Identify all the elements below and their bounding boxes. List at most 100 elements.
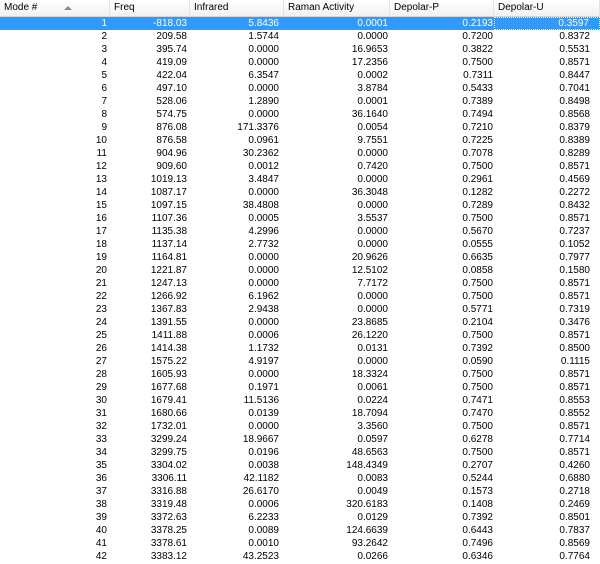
cell-depolar-u: 0.8571 — [559, 382, 590, 393]
cell-mode: 29 — [95, 382, 107, 393]
cell-depolar-u: 0.1052 — [559, 239, 590, 250]
table-row[interactable]: 12 909.60 0.0012 0.7420 0.7500 0.8571 — [0, 160, 600, 173]
table-row[interactable]: 6 497.10 0.0000 3.8784 0.5433 0.7041 — [0, 82, 600, 95]
cell-freq: 1367.83 — [150, 304, 187, 315]
cell-raman-activity: 26.1220 — [351, 330, 388, 341]
cell-raman-activity: 0.0000 — [357, 356, 388, 367]
table-row[interactable]: 2 209.58 1.5744 0.0000 0.7200 0.8372 — [0, 30, 600, 43]
cell-raman-activity: 16.9653 — [351, 44, 388, 55]
cell-depolar-p: 0.1408 — [462, 499, 493, 510]
cell-depolar-p: 0.2961 — [462, 174, 493, 185]
cell-mode: 20 — [95, 265, 107, 276]
table-row[interactable]: 19 1164.81 0.0000 20.9626 0.6635 0.7977 — [0, 251, 600, 264]
table-row[interactable]: 37 3316.88 26.6170 0.0049 0.1573 0.2718 — [0, 485, 600, 498]
cell-infrared: 0.0000 — [248, 317, 279, 328]
table-row[interactable]: 28 1605.93 0.0000 18.3324 0.7500 0.8571 — [0, 368, 600, 381]
cell-infrared: 0.0012 — [248, 161, 279, 172]
cell-depolar-p: 0.7389 — [462, 96, 493, 107]
cell-depolar-p: 0.1282 — [462, 187, 493, 198]
cell-mode: 38 — [95, 499, 107, 510]
table-row[interactable]: 3 395.74 0.0000 16.9653 0.3822 0.5531 — [0, 43, 600, 56]
cell-freq: 1097.15 — [150, 200, 187, 211]
table-row[interactable]: 22 1266.92 6.1962 0.0000 0.7500 0.8571 — [0, 290, 600, 303]
cell-freq: 1605.93 — [150, 369, 187, 380]
table-row[interactable]: 24 1391.55 0.0000 23.8685 0.2104 0.3476 — [0, 316, 600, 329]
table-row[interactable]: 16 1107.36 0.0005 3.5537 0.7500 0.8571 — [0, 212, 600, 225]
cell-infrared: 0.0000 — [248, 252, 279, 263]
cell-infrared: 0.0010 — [248, 538, 279, 549]
cell-infrared: 0.0000 — [248, 369, 279, 380]
column-header-depolar-u[interactable]: Depolar-U — [494, 0, 600, 17]
table-row[interactable]: 35 3304.02 0.0038 148.4349 0.2707 0.4260 — [0, 459, 600, 472]
cell-freq: 3299.75 — [150, 447, 187, 458]
cell-mode: 4 — [101, 57, 107, 68]
cell-freq: 528.06 — [156, 96, 187, 107]
cell-depolar-p: 0.7496 — [462, 538, 493, 549]
column-header-raman-activity[interactable]: Raman Activity — [284, 0, 390, 17]
table-row[interactable]: 36 3306.11 42.1182 0.0083 0.5244 0.6880 — [0, 472, 600, 485]
table-row[interactable]: 1 -818.03 5.8436 0.0001 0.2193 0.3597 — [0, 17, 600, 30]
cell-raman-activity: 12.5102 — [351, 265, 388, 276]
table-row[interactable]: 34 3299.75 0.0196 48.6563 0.7500 0.8571 — [0, 446, 600, 459]
cell-infrared: 0.0000 — [248, 83, 279, 94]
cell-mode: 33 — [95, 434, 107, 445]
table-row[interactable]: 5 422.04 6.3547 0.0002 0.7311 0.8447 — [0, 69, 600, 82]
cell-infrared: 0.0000 — [248, 57, 279, 68]
cell-freq: 1411.88 — [151, 330, 187, 341]
table-row[interactable]: 31 1680.66 0.0139 18.7094 0.7470 0.8552 — [0, 407, 600, 420]
table-row[interactable]: 42 3383.12 43.2523 0.0266 0.6346 0.7764 — [0, 550, 600, 563]
table-row[interactable]: 23 1367.83 2.9438 0.0000 0.5771 0.7319 — [0, 303, 600, 316]
table-row[interactable]: 9 876.08 171.3376 0.0054 0.7210 0.8379 — [0, 121, 600, 134]
cell-mode: 27 — [95, 356, 107, 367]
table-row[interactable]: 30 1679.41 11.5136 0.0224 0.7471 0.8553 — [0, 394, 600, 407]
cell-raman-activity: 36.1640 — [351, 109, 388, 120]
cell-freq: 1247.13 — [150, 278, 187, 289]
table-row[interactable]: 8 574.75 0.0000 36.1640 0.7494 0.8568 — [0, 108, 600, 121]
table-row[interactable]: 17 1135.38 4.2996 0.0000 0.5670 0.7237 — [0, 225, 600, 238]
table-row[interactable]: 14 1087.17 0.0000 36.3048 0.1282 0.2272 — [0, 186, 600, 199]
column-header-infrared[interactable]: Infrared — [190, 0, 284, 17]
table-row[interactable]: 21 1247.13 0.0000 7.7172 0.7500 0.8571 — [0, 277, 600, 290]
cell-raman-activity: 0.0049 — [357, 486, 388, 497]
cell-freq: 3372.63 — [150, 512, 187, 523]
table-row[interactable]: 13 1019.13 3.4847 0.0000 0.2961 0.4569 — [0, 173, 600, 186]
cell-raman-activity: 7.7172 — [357, 278, 388, 289]
table-row[interactable]: 32 1732.01 0.0000 3.3560 0.7500 0.8571 — [0, 420, 600, 433]
cell-depolar-u: 0.8379 — [559, 122, 590, 133]
cell-depolar-u: 0.8372 — [559, 31, 590, 42]
cell-infrared: 1.5744 — [248, 31, 279, 42]
table-row[interactable]: 40 3378.25 0.0089 124.6639 0.6443 0.7837 — [0, 524, 600, 537]
table-row[interactable]: 15 1097.15 38.4808 0.0000 0.7289 0.8432 — [0, 199, 600, 212]
cell-depolar-u: 0.8571 — [559, 330, 590, 341]
column-header-freq[interactable]: Freq — [110, 0, 190, 17]
cell-raman-activity: 148.4349 — [346, 460, 388, 471]
cell-raman-activity: 0.0000 — [357, 304, 388, 315]
table-row[interactable]: 33 3299.24 18.9667 0.0597 0.6278 0.7714 — [0, 433, 600, 446]
table-row[interactable]: 10 876.58 0.0961 9.7551 0.7225 0.8389 — [0, 134, 600, 147]
table-row[interactable]: 26 1414.38 1.1732 0.0131 0.7392 0.8500 — [0, 342, 600, 355]
table-row[interactable]: 25 1411.88 0.0006 26.1220 0.7500 0.8571 — [0, 329, 600, 342]
cell-mode: 14 — [95, 187, 107, 198]
cell-depolar-p: 0.7392 — [462, 512, 493, 523]
column-header-depolar-p[interactable]: Depolar-P — [390, 0, 494, 17]
cell-raman-activity: 3.3560 — [357, 421, 388, 432]
cell-infrared: 6.3547 — [248, 70, 279, 81]
column-header-mode[interactable]: Mode # — [0, 0, 110, 17]
table-row[interactable]: 29 1677.68 0.1971 0.0061 0.7500 0.8571 — [0, 381, 600, 394]
table-row[interactable]: 4 419.09 0.0000 17.2356 0.7500 0.8571 — [0, 56, 600, 69]
cell-raman-activity: 0.0000 — [357, 31, 388, 42]
table-row[interactable]: 27 1575.22 4.9197 0.0000 0.0590 0.1115 — [0, 355, 600, 368]
table-row[interactable]: 18 1137.14 2.7732 0.0000 0.0555 0.1052 — [0, 238, 600, 251]
cell-raman-activity: 9.7551 — [357, 135, 388, 146]
table-row[interactable]: 7 528.06 1.2890 0.0001 0.7389 0.8498 — [0, 95, 600, 108]
cell-raman-activity: 0.0597 — [357, 434, 388, 445]
cell-depolar-p: 0.7225 — [462, 135, 493, 146]
cell-mode: 39 — [95, 512, 107, 523]
cell-infrared: 5.8436 — [248, 18, 279, 29]
table-row[interactable]: 41 3378.61 0.0010 93.2642 0.7496 0.8569 — [0, 537, 600, 550]
table-row[interactable]: 11 904.96 30.2362 0.0000 0.7078 0.8289 — [0, 147, 600, 160]
table-row[interactable]: 20 1221.87 0.0000 12.5102 0.0858 0.1580 — [0, 264, 600, 277]
cell-depolar-u: 0.8501 — [559, 512, 590, 523]
table-row[interactable]: 39 3372.63 6.2233 0.0129 0.7392 0.8501 — [0, 511, 600, 524]
table-row[interactable]: 38 3319.48 0.0006 320.6183 0.1408 0.2469 — [0, 498, 600, 511]
